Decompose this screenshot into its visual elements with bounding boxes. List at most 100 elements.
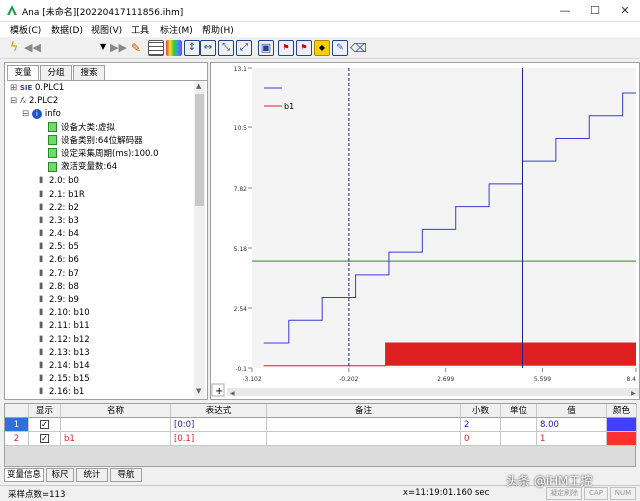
- tree-variable[interactable]: ⫴ 2.0: b0: [10, 174, 207, 187]
- scroll-thumb[interactable]: [195, 94, 204, 206]
- tree-variable[interactable]: ⫴ 2.10: b10: [10, 306, 207, 319]
- fit-horizontal-icon[interactable]: ↔: [200, 40, 216, 56]
- menu-help[interactable]: 帮助(H): [202, 23, 234, 36]
- column-header: 备注: [267, 404, 461, 418]
- tree-variable[interactable]: ⫴ 2.8: b8: [10, 280, 207, 293]
- tab-variables[interactable]: 变量: [7, 65, 39, 81]
- fit-vertical-icon[interactable]: ↕: [184, 40, 200, 56]
- expression-cell[interactable]: [0.1]: [171, 432, 267, 446]
- column-header: 名称: [61, 404, 171, 418]
- minimize-button[interactable]: —: [550, 0, 580, 22]
- name-cell[interactable]: b1: [61, 432, 171, 446]
- scroll-up-icon[interactable]: ▲: [196, 82, 201, 90]
- decimals-cell[interactable]: 0: [461, 432, 501, 446]
- tree-label: 2.6: b6: [49, 255, 79, 266]
- signal-icon: ⫴: [39, 255, 43, 265]
- note-cell[interactable]: [267, 432, 461, 446]
- zoom-out-icon[interactable]: ⤢: [236, 40, 252, 56]
- chart-hscrollbar[interactable]: [227, 388, 639, 396]
- info-item[interactable]: 设定采集周期(ms):100.0: [10, 148, 207, 161]
- tree-variable[interactable]: ⫴ 2.15: b15: [10, 372, 207, 385]
- eraser-icon[interactable]: ⌫: [350, 40, 367, 56]
- tree-node-plc1[interactable]: ⊞ SIE 0.PLC1: [10, 82, 207, 95]
- collapse-icon[interactable]: ⊟: [10, 96, 20, 106]
- tree-node-info[interactable]: ⊟ i info: [10, 108, 207, 121]
- tree-variable[interactable]: ⫴ 2.16: b1: [10, 385, 207, 398]
- navigation-dropdown[interactable]: ▼: [44, 40, 108, 56]
- decimals-cell[interactable]: 2: [461, 418, 501, 432]
- menu-template[interactable]: 模板(C): [10, 23, 41, 36]
- chart[interactable]: 13.1 10.5 7.82 5.18 2.54 -0.1 -3.102 -0.202 2.69…: [210, 62, 640, 400]
- tab-statistics[interactable]: 统计: [76, 468, 108, 482]
- name-cell[interactable]: [61, 418, 171, 432]
- tree-variable[interactable]: ⫴ 2.14: b14: [10, 359, 207, 372]
- info-item[interactable]: 设备大类:虚拟: [10, 122, 207, 135]
- dropdown-icon: ▼: [100, 42, 107, 51]
- color-bar-icon[interactable]: [166, 40, 182, 56]
- tree-label: 2.3: b3: [49, 215, 79, 226]
- scroll-left-icon[interactable]: ◀: [230, 390, 235, 397]
- row-index[interactable]: 1: [5, 418, 29, 432]
- forward-icon[interactable]: ▶▶: [110, 40, 127, 56]
- tree-variable[interactable]: ⫴ 2.4: b4: [10, 227, 207, 240]
- show-checkbox[interactable]: ✓: [29, 432, 61, 446]
- show-checkbox[interactable]: ✓: [29, 418, 61, 432]
- color-swatch[interactable]: [607, 432, 637, 446]
- tab-navigation[interactable]: 导航: [110, 468, 142, 482]
- info-item[interactable]: 设备类别:64位解码器: [10, 135, 207, 148]
- tab-variable-info[interactable]: 变量信息: [4, 468, 44, 482]
- maximize-button[interactable]: ☐: [580, 0, 610, 22]
- tag-yellow-icon[interactable]: ◆: [314, 40, 330, 56]
- refresh-icon[interactable]: ϟ: [6, 40, 22, 56]
- y-tick-label: 13.1: [234, 66, 248, 73]
- tag-icon[interactable]: ⚑: [278, 40, 294, 56]
- status-indicator: NUM: [610, 487, 636, 500]
- menu-mark[interactable]: 标注(M): [160, 23, 193, 36]
- menu-view[interactable]: 视图(V): [91, 23, 122, 36]
- status-bar: 采样点数=113 x=11:19:01.160 sec 头条 @iHM工控 凝定…: [0, 474, 640, 501]
- signal-icon: ⫴: [39, 268, 43, 278]
- window-title: Ana [未命名][20220417111856.ihm]: [22, 8, 184, 18]
- tree-variable[interactable]: ⫴ 2.11: b11: [10, 319, 207, 332]
- tree-variable[interactable]: ⫴ 2.9: b9: [10, 293, 207, 306]
- menu-data[interactable]: 数据(D): [51, 23, 83, 36]
- scroll-down-icon[interactable]: ▼: [196, 387, 201, 395]
- tree-variable[interactable]: ⫴ 2.6: b6: [10, 253, 207, 266]
- tab-ruler[interactable]: 标尺: [46, 468, 74, 482]
- signal-icon: ⫴: [39, 215, 43, 225]
- tree-variable[interactable]: ⫴ 2.13: b13: [10, 346, 207, 359]
- save-icon[interactable]: ▣: [258, 40, 274, 56]
- tree-node-plc2[interactable]: ⊟ 𝑓ₓ 2.PLC2: [10, 95, 207, 108]
- color-swatch[interactable]: [607, 418, 637, 432]
- tree-variable[interactable]: ⫴ 2.7: b7: [10, 267, 207, 280]
- tree-scrollbar[interactable]: ▲ ▼: [194, 82, 205, 398]
- siemens-icon: SIE: [19, 84, 33, 92]
- row-index[interactable]: 2: [5, 432, 29, 446]
- zoom-in-icon[interactable]: ⤡: [218, 40, 234, 56]
- tree-variable[interactable]: ⫴ 2.1: b1R: [10, 188, 207, 201]
- tag-add-icon[interactable]: ⚑: [296, 40, 312, 56]
- scroll-right-icon[interactable]: ▶: [631, 390, 636, 397]
- grid-icon[interactable]: [148, 40, 164, 56]
- tag-edit-icon[interactable]: ✎: [332, 40, 348, 56]
- back-icon[interactable]: ◀◀: [24, 40, 41, 56]
- tab-groups[interactable]: 分组: [40, 65, 72, 80]
- tab-search[interactable]: 搜索: [73, 65, 105, 80]
- sample-count: 采样点数=113: [8, 490, 66, 500]
- tree-variable[interactable]: ⫴ 2.3: b3: [10, 214, 207, 227]
- menu-tools[interactable]: 工具: [131, 23, 149, 36]
- unit-cell[interactable]: [501, 418, 537, 432]
- signal-icon: ⫴: [39, 189, 43, 199]
- tree-variable[interactable]: ⫴ 2.5: b5: [10, 240, 207, 253]
- tree-variable[interactable]: ⫴ 2.12: b12: [10, 333, 207, 346]
- info-item[interactable]: 激活变量数:64: [10, 161, 207, 174]
- expand-icon[interactable]: ⊞: [10, 83, 20, 93]
- unit-cell[interactable]: [501, 432, 537, 446]
- pen-icon[interactable]: ✎: [128, 40, 144, 56]
- menu-bar: 模板(C) 数据(D) 视图(V) 工具 标注(M) 帮助(H): [0, 22, 640, 37]
- tree-label: info: [44, 109, 61, 120]
- note-cell[interactable]: [267, 418, 461, 432]
- close-button[interactable]: ✕: [610, 0, 640, 22]
- tree-variable[interactable]: ⫴ 2.2: b2: [10, 201, 207, 214]
- expression-cell[interactable]: [0:0]: [171, 418, 267, 432]
